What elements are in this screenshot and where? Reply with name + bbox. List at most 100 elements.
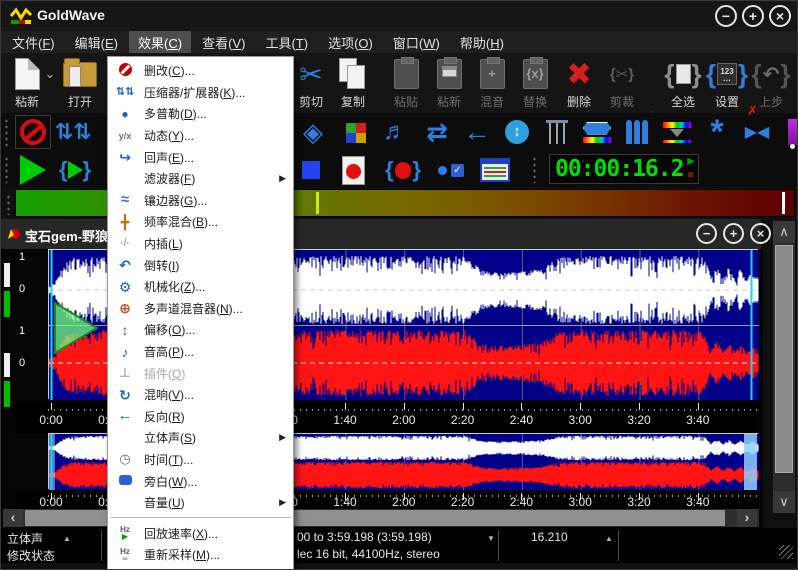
toolbar-grip[interactable] — [531, 155, 536, 183]
trim-button[interactable]: {✂} 剪裁 — [601, 55, 643, 111]
doc-minimize-button[interactable]: − — [696, 223, 717, 244]
censor-effect-button[interactable] — [15, 115, 51, 149]
settings-button[interactable]: {123···} 设置 — [706, 55, 748, 111]
properties-window-icon — [480, 158, 510, 182]
mini-stop-icon: ■ — [687, 170, 694, 180]
record-selection-button[interactable]: {} — [385, 153, 421, 187]
smoother-button[interactable]: * — [699, 115, 735, 149]
menu-item-16[interactable]: ←反向(R) — [108, 406, 293, 428]
toolbar-grip[interactable] — [3, 117, 8, 147]
channel1-level-indicator[interactable] — [4, 291, 10, 317]
silence-button[interactable]: ▶◀✗ — [739, 115, 775, 149]
menu-item-11[interactable]: ⊕多声道混音器(N)... — [108, 298, 293, 320]
select-all-button[interactable]: {} 全选 — [662, 55, 704, 111]
channel1-indicator[interactable] — [4, 263, 10, 287]
play-button[interactable] — [15, 153, 51, 187]
pitch-button[interactable]: ♬ — [377, 115, 413, 149]
maximize-button[interactable]: + — [742, 5, 764, 27]
playback-marker-icon — [53, 301, 99, 355]
menu-item-9[interactable]: ↶倒转(I) — [108, 254, 293, 276]
minimize-button[interactable]: − — [715, 5, 737, 27]
open-button[interactable]: 打开 — [59, 55, 101, 111]
menu-item-13[interactable]: ♪音高(P)... — [108, 341, 293, 363]
equalizer-button[interactable] — [539, 115, 575, 149]
status-divider — [101, 530, 102, 561]
menu-item-4[interactable]: ↪回声(E)... — [108, 146, 293, 168]
control-properties-button[interactable] — [477, 153, 513, 187]
menu-item-17[interactable]: 立体声(S)▶ — [108, 427, 293, 449]
menu-item-22[interactable]: Hz∞重新采样(M)... — [108, 544, 293, 566]
menu-item-0[interactable]: 删改(C)... — [108, 60, 293, 82]
meter-grip[interactable] — [5, 193, 10, 215]
play-selection-button[interactable]: {} — [57, 153, 93, 187]
menu-item-10[interactable]: ⚙机械化(Z)... — [108, 276, 293, 298]
mix-button[interactable]: + 混音 — [471, 55, 513, 111]
record-button[interactable] — [335, 153, 371, 187]
replace-button[interactable]: {x} 替换 — [514, 55, 556, 111]
menu-item-3[interactable]: y/x动态(Y)... — [108, 125, 293, 147]
doppler-button[interactable]: ◈ — [295, 115, 331, 149]
filter-button[interactable] — [579, 115, 615, 149]
open-dropdown-button[interactable]: ⌄ — [43, 55, 57, 111]
scroll-up-icon[interactable]: ∧ — [773, 221, 795, 243]
delete-button[interactable]: ✖ 删除 — [558, 55, 600, 111]
timeline-tick — [639, 403, 640, 410]
selection-down-icon[interactable]: ▼ — [487, 534, 495, 543]
menu-item-12[interactable]: ↕偏移(O)... — [108, 319, 293, 341]
menubar-item-5[interactable]: 选项(O) — [319, 31, 382, 54]
offset-button[interactable]: ↕ — [499, 115, 535, 149]
menu-item-6[interactable]: ≈镶边器(G)... — [108, 190, 293, 212]
position-up-icon[interactable]: ▲ — [605, 534, 613, 543]
spectrum-filter-button[interactable] — [659, 115, 695, 149]
resize-grip[interactable] — [779, 545, 793, 559]
doc-maximize-button[interactable]: + — [723, 223, 744, 244]
toolbar-grip[interactable] — [3, 155, 8, 183]
menu-item-5[interactable]: 滤波器(F)▶ — [108, 168, 293, 190]
channel-mode-up-icon[interactable]: ▲ — [63, 534, 71, 543]
new-button[interactable]: 粘新 — [6, 55, 48, 111]
timeline-tick — [698, 403, 699, 410]
compressor-button[interactable]: ⇅⇅ — [55, 115, 91, 149]
scroll-right-icon[interactable]: › — [737, 509, 757, 527]
scroll-left-icon[interactable]: ‹ — [3, 509, 23, 527]
vertical-scrollbar[interactable]: ∧ ∨ — [773, 221, 795, 513]
menu-item-2[interactable]: ●多普勒(D)... — [108, 103, 293, 125]
menu-item-18[interactable]: ◷时间(T)... — [108, 449, 293, 471]
clipped-toolbar-icon[interactable] — [788, 119, 798, 145]
menubar-item-7[interactable]: 帮助(H) — [451, 31, 513, 54]
scroll-down-icon[interactable]: ∨ — [773, 491, 795, 513]
menu-item-15[interactable]: ↻混响(V)... — [108, 384, 293, 406]
close-button[interactable]: × — [769, 5, 791, 27]
doc-close-button[interactable]: × — [750, 223, 771, 244]
noise-gate-button[interactable] — [619, 115, 655, 149]
cut-button[interactable]: ✂ 剪切 — [290, 55, 332, 111]
exchange-button[interactable]: ⇄ — [419, 115, 455, 149]
menu-item-label: 回放速率(X)... — [144, 525, 218, 542]
menu-item-1[interactable]: ⇅⇅压缩器/扩展器(K)... — [108, 82, 293, 104]
menu-item-21[interactable]: Hz▶回放速率(X)... — [108, 522, 293, 544]
compressor-expander-icon: ⇅⇅ — [115, 85, 135, 99]
menubar-item-6[interactable]: 窗口(W) — [384, 31, 449, 54]
channel2-level-indicator[interactable] — [4, 381, 10, 407]
vertical-scroll-thumb[interactable] — [775, 245, 793, 473]
menu-item-20[interactable]: 音量(U)▶ — [108, 492, 293, 514]
paste-button[interactable]: 粘贴 — [385, 55, 427, 111]
paste-new-button[interactable]: 粘新 — [428, 55, 470, 111]
stop-button[interactable] — [293, 153, 329, 187]
channel2-indicator[interactable] — [4, 353, 10, 377]
reverse-button[interactable]: ← — [459, 115, 495, 149]
mixer-button[interactable] — [337, 115, 373, 149]
menubar-item-4[interactable]: 工具(T) — [256, 31, 317, 54]
menubar-item-1[interactable]: 编辑(E) — [66, 31, 127, 54]
menu-item-8[interactable]: ·/·内插(L) — [108, 233, 293, 255]
copy-button[interactable]: 复制 — [332, 55, 374, 111]
menu-item-19[interactable]: 旁白(W)... — [108, 470, 293, 492]
menubar-item-2[interactable]: 效果(C) — [129, 31, 191, 54]
channel-mode-label[interactable]: 立体声 — [7, 530, 43, 547]
menu-item-7[interactable]: ╋频率混合(B)... — [108, 211, 293, 233]
menubar-item-3[interactable]: 查看(V) — [193, 31, 254, 54]
menubar-item-0[interactable]: 文件(F) — [3, 31, 64, 54]
play-options-button[interactable]: ✓ — [433, 153, 469, 187]
checkbox-icon: ✓ — [451, 164, 464, 177]
pitch-icon: ♪ — [115, 345, 135, 359]
